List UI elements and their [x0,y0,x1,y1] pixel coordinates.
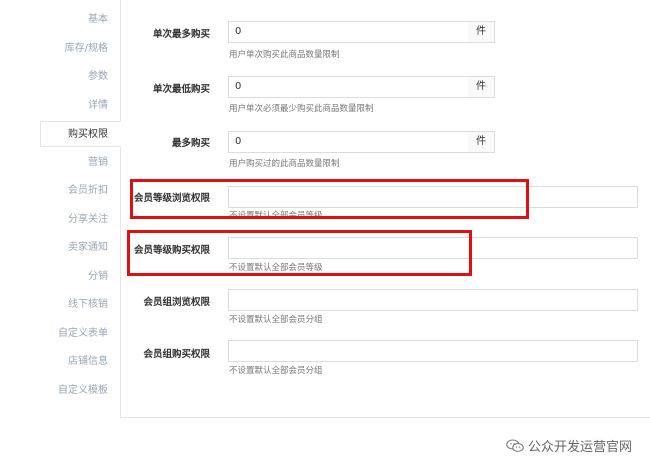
max-total-help: 用户购买过的此商品数量限制 [229,159,340,169]
watermark-text: 公众开发运营官网 [527,440,632,455]
sidebar-item-details[interactable]: 详情 [40,93,120,119]
max-per-order-label: 单次最多购买 [152,29,210,40]
max-total-input[interactable]: 0 [228,131,469,153]
sidebar-item-custom-form[interactable]: 自定义表单 [40,321,120,347]
min-per-order-input[interactable]: 0 [228,76,469,98]
group-buy-help: 不设置默认全部会员分组 [229,366,323,376]
group-buy-input[interactable] [228,340,638,362]
highlight-box-level-browse [130,179,529,219]
sidebar-item-share-follow[interactable]: 分享关注 [40,207,120,233]
sidebar-item-custom-template[interactable]: 自定义模板 [40,378,120,404]
group-browse-help: 不设置默认全部会员分组 [229,315,323,325]
highlight-box-level-buy [127,230,472,276]
min-per-order-unit: 件 [468,76,495,98]
sidebar-item-marketing[interactable]: 营销 [40,150,120,176]
max-per-order-unit: 件 [468,21,495,43]
group-browse-input[interactable] [228,289,638,311]
max-total-unit: 件 [468,131,495,153]
sidebar-nav: 基本 库存/规格 参数 详情 购买权限 营销 会员折扣 分享关注 卖家通知 分销… [0,0,121,475]
watermark: 公众开发运营官网 [506,436,632,455]
min-per-order-help: 用户单次必须最少购买此商品数量限制 [229,104,374,114]
sidebar-item-purchase-permission[interactable]: 购买权限 [40,121,121,147]
wechat-icon [506,438,524,452]
sidebar-item-distribution[interactable]: 分销 [40,264,120,290]
min-per-order-label: 单次最低购买 [152,84,210,95]
max-per-order-help: 用户单次购买此商品数量限制 [229,50,340,60]
group-browse-label: 会员组浏览权限 [143,297,210,308]
group-buy-label: 会员组购买权限 [143,349,210,360]
max-per-order-input[interactable]: 0 [228,21,469,43]
